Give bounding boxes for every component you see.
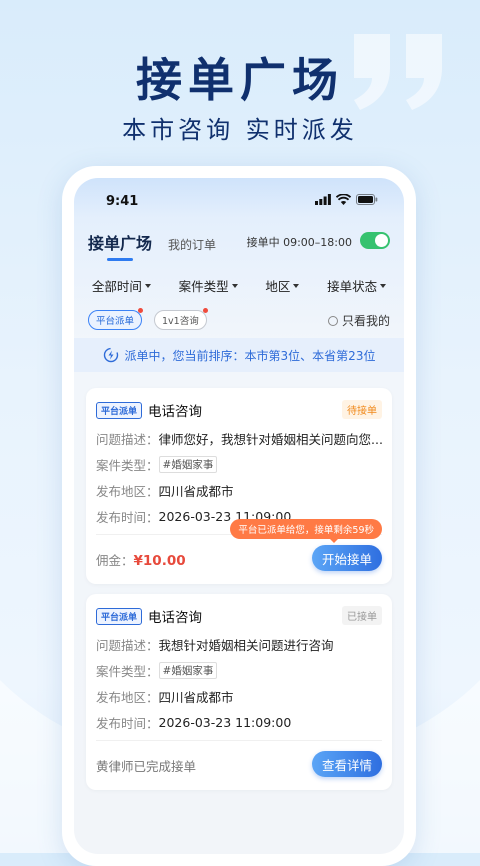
hero-subtitle: 本市咨询 实时派发	[122, 116, 358, 144]
dispatch-rank-banner: 派单中，您当前排序：本市第3位、本省第23位	[74, 338, 404, 372]
caret-down-icon	[293, 283, 300, 288]
dispatch-badge: 平台派单	[96, 607, 143, 625]
toggle-knob	[375, 234, 388, 247]
divider	[96, 740, 382, 741]
filter-bar: 全部时间 案件类型 地区 接单状态	[74, 276, 404, 295]
start-order-button[interactable]: 开始接单	[311, 545, 382, 571]
app-screen: 9:41 接单广场 我的订单 接单中 09:00–18:00 全部时间 案件类型…	[74, 178, 404, 854]
view-details-button[interactable]: 查看详情	[311, 751, 382, 777]
filter-label: 地区	[265, 279, 291, 294]
caret-down-icon	[144, 283, 151, 288]
status-icons	[315, 194, 378, 205]
desc-value: 我想针对婚姻相关问题进行咨询	[158, 638, 334, 653]
desc-value: 律师您好，我想针对婚姻相关问题向您...	[158, 432, 383, 447]
status-bar: 9:41	[74, 178, 404, 218]
tooltip-tail	[330, 539, 338, 543]
card-header: 平台派单 电话咨询	[96, 606, 202, 626]
field-label: 问题描述：	[96, 638, 159, 653]
filter-label: 全部时间	[91, 279, 142, 294]
fee-amount: ¥10.00	[133, 553, 186, 569]
tooltip-text: 平台已派单给您，接单剩余59秒	[238, 525, 374, 536]
filter-label: 案件类型	[178, 279, 229, 294]
field-label: 问题描述：	[96, 432, 159, 447]
field-label: 案件类型：	[96, 664, 159, 679]
time-row: 发布时间： 2026-03-23 11:09:00	[96, 713, 291, 732]
chip-label: 平台派单	[96, 316, 135, 327]
order-card[interactable]: 平台派单 电话咨询 待接单 问题描述： 律师您好，我想针对婚姻相关问题向您...…	[86, 388, 392, 584]
caret-down-icon	[231, 283, 238, 288]
card-title: 电话咨询	[148, 404, 203, 420]
filter-region[interactable]: 地区	[265, 276, 300, 295]
filter-case-type[interactable]: 案件类型	[179, 276, 238, 295]
order-source-chips: 平台派单 1v1咨询	[88, 308, 208, 330]
tab-label: 接单广场	[88, 234, 153, 253]
banner-text: 派单中，您当前排序：本市第3位、本省第23位	[124, 348, 376, 363]
field-label: 发布地区：	[96, 690, 159, 705]
case-type-row: 案件类型： #婚姻家事	[96, 455, 218, 474]
hero-title: 接单广场	[136, 53, 344, 107]
tab-my-orders[interactable]: 我的订单	[168, 236, 216, 254]
status-badge: 已接单	[342, 606, 382, 625]
notification-dot	[202, 308, 208, 313]
filter-order-status[interactable]: 接单状态	[327, 276, 387, 295]
chip-platform-dispatch[interactable]: 平台派单	[88, 308, 144, 330]
order-card[interactable]: 平台派单 电话咨询 已接单 问题描述： 我想针对婚姻相关问题进行咨询 案件类型：…	[86, 594, 392, 790]
status-time: 9:41	[106, 194, 139, 209]
field-label: 发布时间：	[96, 510, 159, 525]
countdown-tooltip: 平台已派单给您，接单剩余59秒	[230, 519, 382, 543]
accepting-orders-toggle[interactable]	[360, 232, 390, 249]
battery-icon	[356, 194, 378, 205]
signal-icon	[315, 194, 331, 205]
filter-time[interactable]: 全部时间	[92, 276, 151, 295]
region-value: 四川省成都市	[158, 690, 234, 705]
top-tabs: 接单广场 我的订单	[88, 230, 216, 261]
chip-1v1-consult[interactable]: 1v1咨询	[154, 308, 208, 330]
status-badge: 待接单	[342, 400, 382, 419]
time-value: 2026-03-23 11:09:00	[158, 715, 292, 730]
filter-label: 接单状态	[327, 279, 378, 294]
region-row: 发布地区： 四川省成都市	[96, 481, 234, 500]
case-type-tag: #婚姻家事	[158, 662, 218, 679]
desc-row: 问题描述： 律师您好，我想针对婚姻相关问题向您...	[96, 429, 383, 448]
only-mine-label: 只看我的	[341, 314, 390, 328]
tab-order-plaza[interactable]: 接单广场	[88, 230, 153, 261]
shift-status: 接单中 09:00–18:00	[246, 236, 352, 249]
fee-label: 佣金：	[96, 553, 134, 568]
radio-icon	[327, 315, 338, 326]
refresh-lightning-icon	[103, 347, 118, 363]
field-label: 发布时间：	[96, 716, 159, 731]
region-value: 四川省成都市	[158, 484, 234, 499]
tab-underline	[107, 258, 133, 261]
card-title: 电话咨询	[148, 610, 203, 626]
dispatch-badge: 平台派单	[96, 401, 143, 419]
card-header: 平台派单 电话咨询	[96, 400, 202, 420]
caret-down-icon	[380, 283, 387, 288]
notification-dot	[138, 308, 144, 313]
field-label: 案件类型：	[96, 458, 159, 473]
phone-frame: 9:41 接单广场 我的订单 接单中 09:00–18:00 全部时间 案件类型…	[62, 166, 416, 866]
wifi-icon	[336, 194, 351, 205]
only-mine-filter[interactable]: 只看我的	[327, 312, 390, 329]
hero-section: 接单广场 本市咨询 实时派发	[0, 0, 480, 170]
field-label: 发布地区：	[96, 484, 159, 499]
desc-row: 问题描述： 我想针对婚姻相关问题进行咨询	[96, 635, 334, 654]
case-type-tag: #婚姻家事	[158, 456, 218, 473]
fee-row: 佣金：¥10.00	[96, 550, 186, 569]
chip-label: 1v1咨询	[162, 316, 199, 327]
case-type-row: 案件类型： #婚姻家事	[96, 661, 218, 680]
region-row: 发布地区： 四川省成都市	[96, 687, 234, 706]
completed-note: 黄律师已完成接单	[96, 759, 197, 774]
